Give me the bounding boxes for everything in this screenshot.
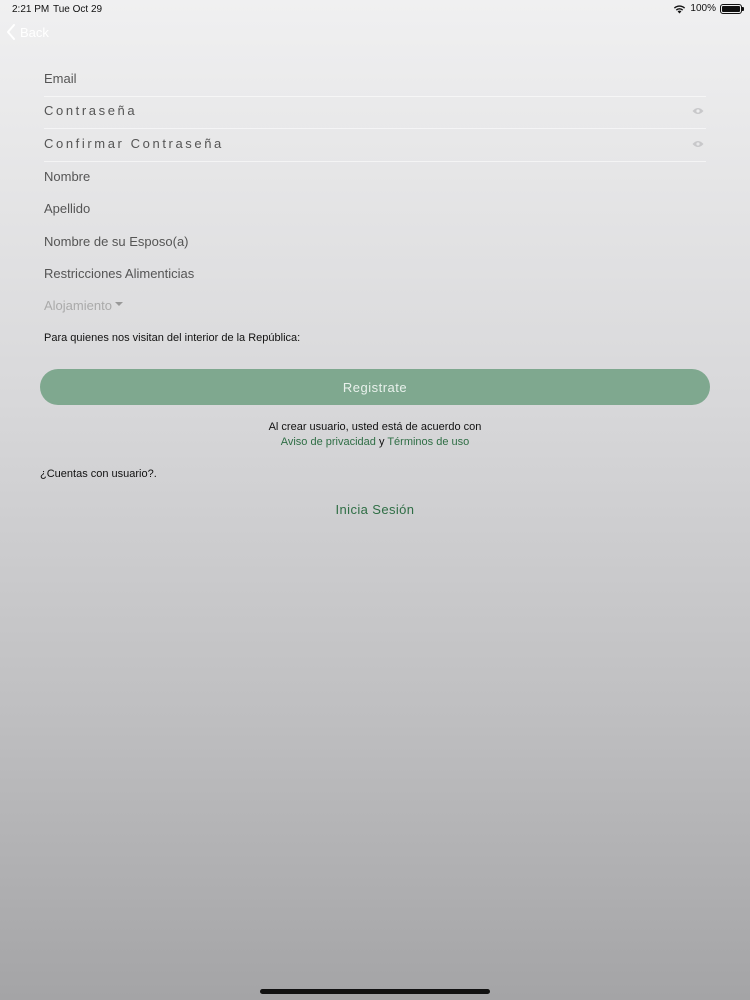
- confirm-password-placeholder: Confirmar Contraseña: [44, 136, 224, 151]
- links-conjunction: y: [378, 436, 385, 448]
- wifi-icon: [674, 4, 686, 13]
- terms-link[interactable]: Términos de uso: [387, 436, 469, 448]
- login-button-label: Inicia Sesión: [335, 501, 415, 517]
- back-label: Back: [20, 24, 49, 40]
- existing-user-prompt: ¿Cuentas con usuario?.: [40, 468, 157, 480]
- chevron-left-icon: [7, 24, 15, 40]
- caret-down-icon: [114, 301, 123, 306]
- privacy-link[interactable]: Aviso de privacidad: [281, 436, 376, 448]
- first-name-field[interactable]: Nombre: [44, 163, 706, 195]
- register-button[interactable]: Registrate: [40, 369, 710, 405]
- last-name-field[interactable]: Apellido: [44, 195, 706, 227]
- register-button-label: Registrate: [342, 379, 408, 395]
- eye-icon[interactable]: [692, 140, 704, 148]
- password-field[interactable]: Contraseña: [44, 97, 706, 129]
- status-indicators: 100%: [673, 3, 744, 14]
- agreement-text: Al crear usuario, usted está de acuerdo …: [268, 421, 482, 433]
- spouse-name-placeholder: Nombre de su Esposo(a): [44, 234, 189, 249]
- lodging-dropdown[interactable]: Alojamiento: [44, 298, 123, 313]
- interior-note: Para quienes nos visitan del interior de…: [44, 332, 301, 344]
- status-bar: 2:21 PM Tue Oct 29 100%: [0, 0, 750, 20]
- lodging-label: Alojamiento: [44, 298, 112, 313]
- last-name-placeholder: Apellido: [44, 201, 91, 216]
- battery-icon: [720, 3, 744, 14]
- battery-percent: 100%: [690, 3, 716, 14]
- spouse-name-field[interactable]: Nombre de su Esposo(a): [44, 228, 706, 260]
- status-time: 2:21 PM: [12, 4, 50, 15]
- confirm-password-field[interactable]: Confirmar Contraseña: [44, 130, 706, 162]
- email-field[interactable]: Email: [44, 65, 706, 97]
- status-date: Tue Oct 29: [53, 4, 103, 15]
- back-button[interactable]: Back: [6, 24, 49, 40]
- first-name-placeholder: Nombre: [44, 169, 91, 184]
- dietary-restrictions-field[interactable]: Restricciones Alimenticias: [44, 260, 706, 292]
- dietary-restrictions-placeholder: Restricciones Alimenticias: [44, 266, 195, 281]
- email-placeholder: Email: [44, 71, 77, 86]
- legal-links: Aviso de privacidad y Términos de uso: [0, 436, 750, 448]
- eye-icon[interactable]: [692, 107, 704, 115]
- login-button[interactable]: Inicia Sesión: [40, 492, 710, 526]
- home-indicator[interactable]: [260, 989, 490, 994]
- password-placeholder: Contraseña: [44, 103, 138, 118]
